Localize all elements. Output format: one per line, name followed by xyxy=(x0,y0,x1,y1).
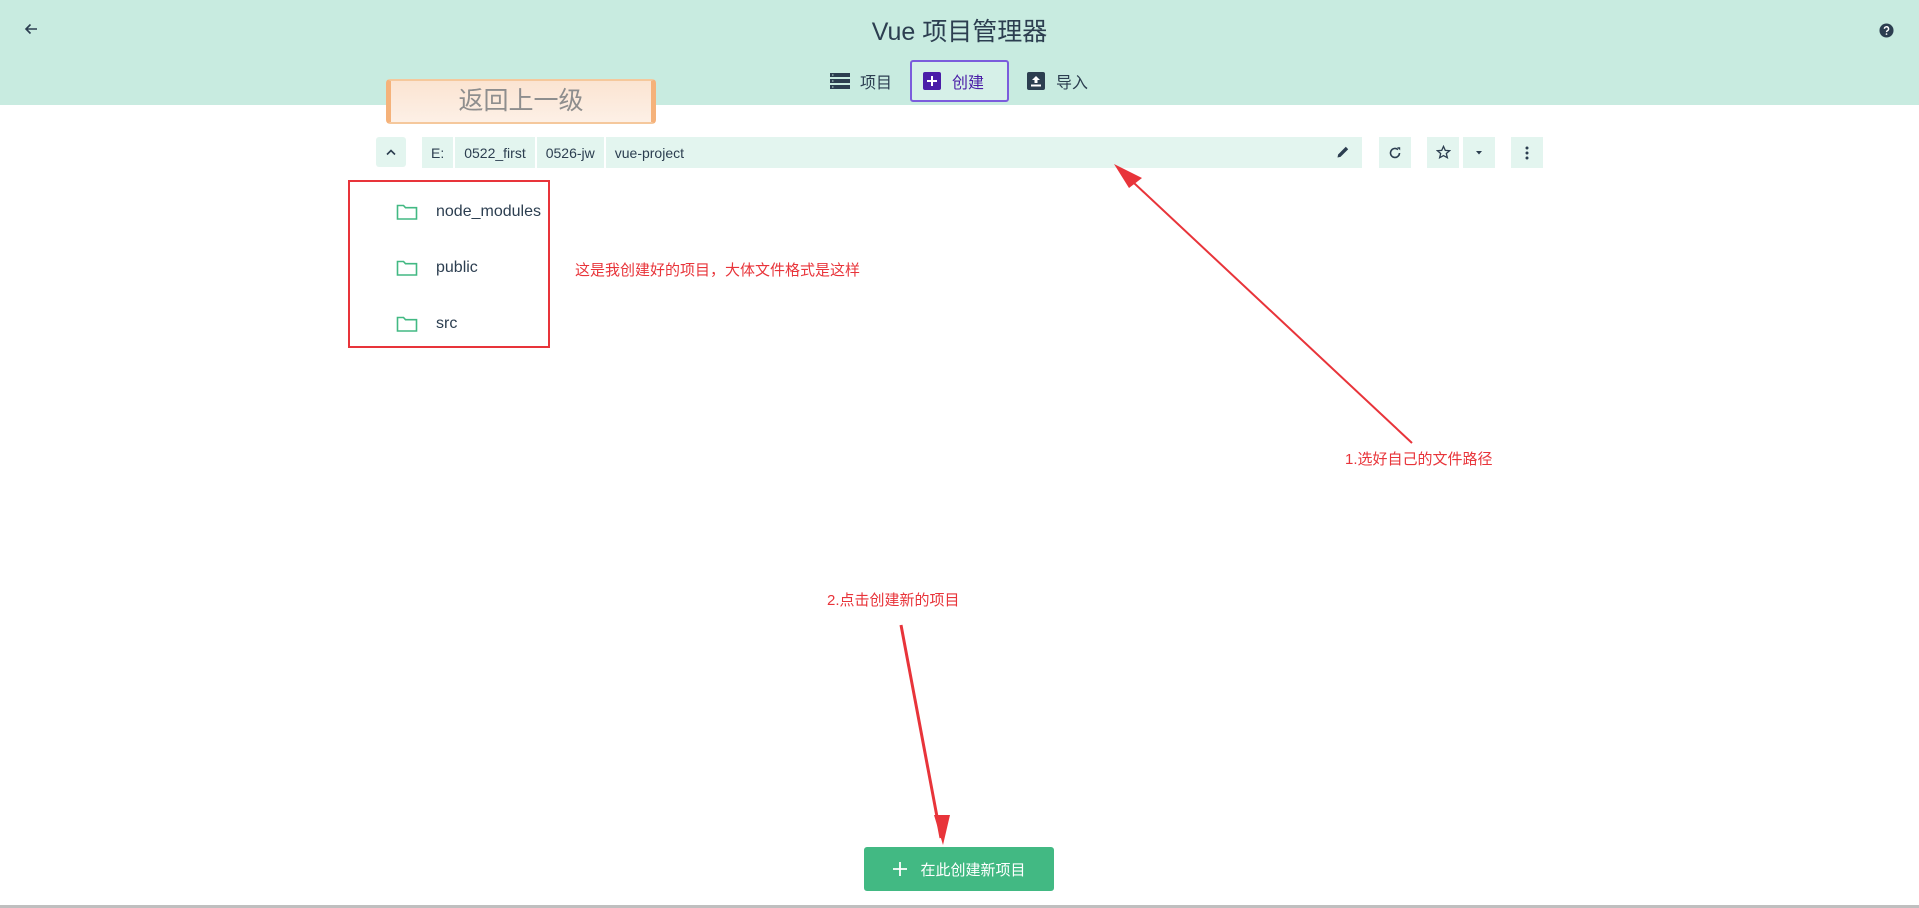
plus-icon xyxy=(893,862,908,876)
create-annotation: 2.点击创建新的项目 xyxy=(827,592,960,609)
caret-down-icon xyxy=(1476,150,1482,154)
folder-item[interactable]: src xyxy=(396,309,457,339)
path-crumb[interactable]: 0522_first xyxy=(455,137,537,168)
parent-folder-button[interactable] xyxy=(376,137,406,167)
chevron-up-icon xyxy=(386,149,396,156)
tab-import[interactable]: 导入 xyxy=(1016,60,1098,102)
path-annotation: 1.选好自己的文件路径 xyxy=(1345,451,1493,468)
folder-icon xyxy=(396,204,418,220)
create-project-button[interactable]: 在此创建新项目 xyxy=(864,847,1054,891)
help-icon[interactable] xyxy=(1876,20,1896,40)
list-icon xyxy=(830,71,850,91)
import-icon xyxy=(1026,71,1046,91)
tab-import-label: 导入 xyxy=(1056,75,1089,92)
callout-bubble: 返回上一级 xyxy=(386,79,656,124)
folder-name: node_modules xyxy=(436,203,541,220)
favorite-button[interactable] xyxy=(1427,137,1459,168)
folder-icon xyxy=(396,260,418,276)
path-crumb[interactable]: E: xyxy=(422,137,456,168)
refresh-button[interactable] xyxy=(1379,137,1411,168)
star-icon xyxy=(1435,145,1451,160)
page-title: Vue 项目管理器 xyxy=(871,18,1048,46)
folder-item[interactable]: public xyxy=(396,253,478,283)
folder-item[interactable]: node_modules xyxy=(396,197,541,227)
create-project-label: 在此创建新项目 xyxy=(920,861,1026,879)
top-bar: Vue 项目管理器 项目 创建 导入 xyxy=(0,0,1919,105)
refresh-icon xyxy=(1389,146,1401,158)
tab-projects[interactable]: 项目 xyxy=(820,60,902,102)
favorites-dropdown-button[interactable] xyxy=(1463,137,1495,168)
folders-annotation: 这是我创建好的项目，大体文件格式是这样 xyxy=(575,262,861,279)
tab-create-label: 创建 xyxy=(952,75,985,92)
tab-create[interactable]: 创建 xyxy=(910,60,1009,102)
path-crumb[interactable]: 0526-jw xyxy=(537,137,606,168)
more-vertical-icon xyxy=(1525,146,1529,159)
folder-name: public xyxy=(436,259,478,276)
folder-icon xyxy=(396,316,418,332)
edit-path-icon[interactable] xyxy=(1334,143,1352,161)
folder-name: src xyxy=(436,315,458,332)
plus-box-icon xyxy=(922,71,942,91)
tab-bar: 项目 创建 导入 xyxy=(0,60,1919,106)
more-options-button[interactable] xyxy=(1511,137,1543,168)
path-crumb[interactable]: vue-project xyxy=(606,137,693,168)
tab-projects-label: 项目 xyxy=(860,75,893,92)
path-bar: E: 0522_first 0526-jw vue-project xyxy=(422,137,1362,168)
